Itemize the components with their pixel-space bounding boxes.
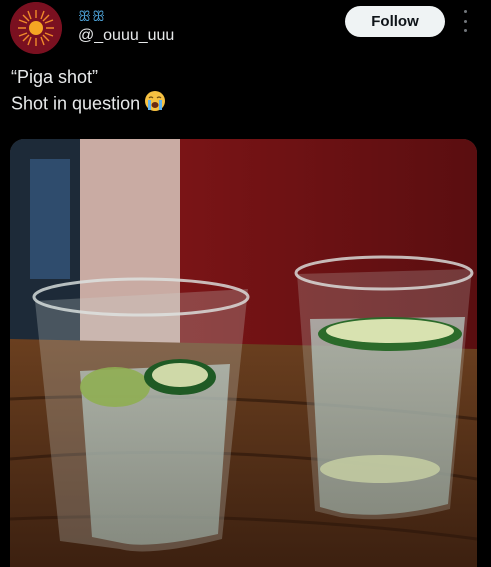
tweet-line-1: “Piga shot” xyxy=(11,67,99,87)
photo-two-cups xyxy=(10,139,477,567)
display-name[interactable]: ꕥꕥ xyxy=(78,8,106,25)
tweet-photo[interactable] xyxy=(10,139,477,567)
tweet-line-2: Shot in question xyxy=(11,90,166,119)
avatar[interactable] xyxy=(10,2,62,54)
sun-logo-icon xyxy=(10,2,62,54)
user-handle[interactable]: @_ouuu_uuu xyxy=(78,27,174,45)
follow-button[interactable]: Follow xyxy=(345,6,445,37)
tweet-line-2-text: Shot in question xyxy=(11,93,141,114)
more-vertical-icon[interactable] xyxy=(458,10,472,32)
loudly-crying-face-icon xyxy=(144,90,166,119)
tweet-text: “Piga shot” Shot in question xyxy=(11,65,166,119)
